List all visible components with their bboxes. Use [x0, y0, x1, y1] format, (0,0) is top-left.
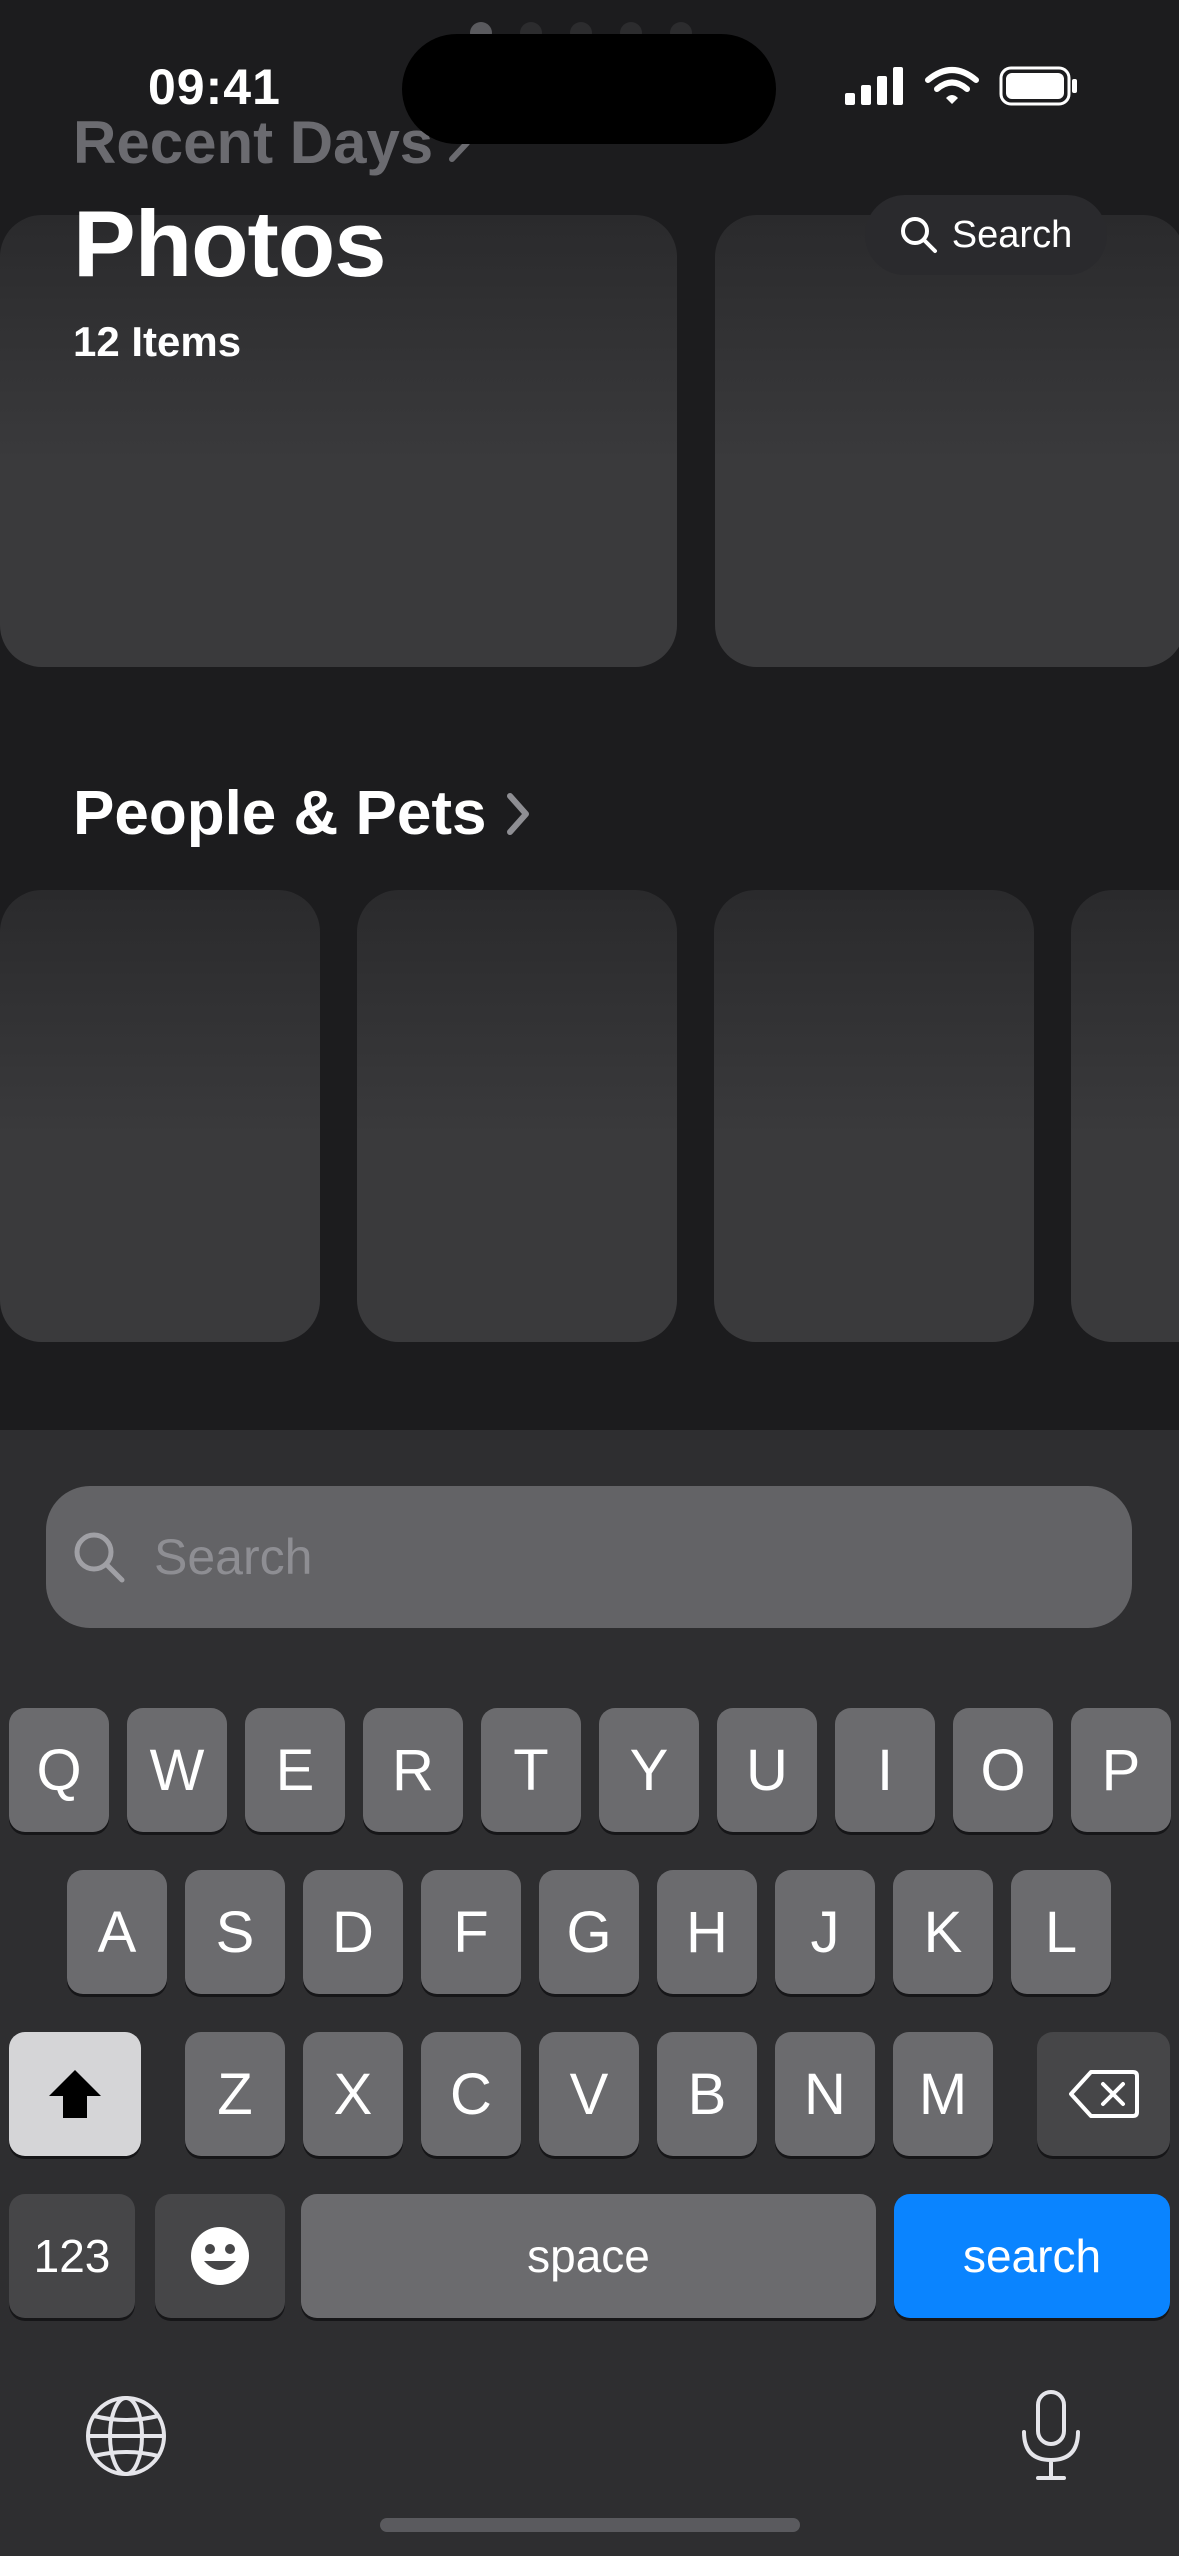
key-l[interactable]: L	[1011, 1870, 1111, 1994]
recent-day-card[interactable]	[715, 215, 1179, 667]
key-p[interactable]: P	[1071, 1708, 1171, 1832]
key-h[interactable]: H	[657, 1870, 757, 1994]
people-pets-link[interactable]: People & Pets	[73, 778, 532, 849]
key-y[interactable]: Y	[599, 1708, 699, 1832]
key-z[interactable]: Z	[185, 2032, 285, 2156]
search-icon	[900, 217, 937, 253]
numbers-key[interactable]: 123	[9, 2194, 135, 2318]
key-s[interactable]: S	[185, 1870, 285, 1994]
shift-key[interactable]	[9, 2032, 141, 2156]
person-card[interactable]	[1071, 890, 1179, 1342]
key-a[interactable]: A	[67, 1870, 167, 1994]
home-indicator	[380, 2518, 800, 2532]
space-key[interactable]: space	[301, 2194, 876, 2318]
chevron-right-icon	[507, 792, 530, 835]
battery-icon	[999, 66, 1077, 106]
key-i[interactable]: I	[835, 1708, 935, 1832]
status-time: 09:41	[148, 59, 281, 115]
recent-days-label: Recent Days	[73, 109, 434, 176]
key-o[interactable]: O	[953, 1708, 1053, 1832]
key-f[interactable]: F	[421, 1870, 521, 1994]
key-d[interactable]: D	[303, 1870, 403, 1994]
search-input[interactable]	[152, 1527, 1056, 1587]
delete-icon	[1068, 2070, 1139, 2118]
key-r[interactable]: R	[363, 1708, 463, 1832]
status-icons	[845, 66, 1079, 106]
person-card[interactable]	[714, 890, 1034, 1342]
items-count: 12 Items	[73, 318, 242, 365]
dynamic-island	[402, 34, 776, 144]
key-g[interactable]: G	[539, 1870, 639, 1994]
page-title: Photos	[73, 191, 387, 296]
key-b[interactable]: B	[657, 2032, 757, 2156]
search-field[interactable]	[46, 1486, 1132, 1628]
key-q[interactable]: Q	[9, 1708, 109, 1832]
key-n[interactable]: N	[775, 2032, 875, 2156]
wifi-icon	[925, 67, 979, 104]
key-w[interactable]: W	[127, 1708, 227, 1832]
search-icon	[72, 1530, 126, 1584]
delete-key[interactable]	[1037, 2032, 1170, 2156]
microphone-icon[interactable]	[1018, 2388, 1084, 2489]
search-button-label: Search	[951, 213, 1073, 256]
key-m[interactable]: M	[893, 2032, 993, 2156]
search-button[interactable]: Search	[865, 195, 1107, 275]
shift-icon	[49, 2070, 101, 2118]
key-t[interactable]: T	[481, 1708, 581, 1832]
person-card[interactable]	[357, 890, 677, 1342]
signal-icon	[845, 67, 903, 105]
key-j[interactable]: J	[775, 1870, 875, 1994]
globe-icon[interactable]	[84, 2394, 168, 2483]
emoji-key[interactable]	[155, 2194, 285, 2318]
key-u[interactable]: U	[717, 1708, 817, 1832]
key-x[interactable]: X	[303, 2032, 403, 2156]
key-e[interactable]: E	[245, 1708, 345, 1832]
emoji-icon	[191, 2227, 249, 2285]
key-c[interactable]: C	[421, 2032, 521, 2156]
key-v[interactable]: V	[539, 2032, 639, 2156]
key-k[interactable]: K	[893, 1870, 993, 1994]
search-return-key[interactable]: search	[894, 2194, 1170, 2318]
people-pets-label: People & Pets	[73, 779, 487, 848]
person-card[interactable]	[0, 890, 320, 1342]
